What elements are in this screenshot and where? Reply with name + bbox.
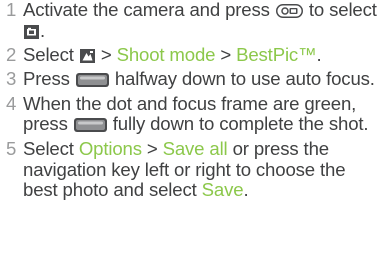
step-number: 3 xyxy=(6,68,17,90)
step-text: Press halfway down to use auto focus. xyxy=(23,68,387,90)
step-text-part: to xyxy=(308,0,325,20)
step-text-part: halfway down to use auto focus. xyxy=(114,68,375,90)
menu-separator: > xyxy=(215,44,237,66)
step-number: 4 xyxy=(6,92,17,114)
menu-path-save-all: Save all xyxy=(162,137,228,159)
step-4: 4 When the dot and focus frame are green… xyxy=(0,92,387,136)
step-text: Select Options > Save all or press the n… xyxy=(23,137,387,201)
step-number: 2 xyxy=(6,44,17,66)
still-camera-icon xyxy=(24,24,39,39)
camera-key-icon xyxy=(275,4,303,18)
step-text: When the dot and focus frame are green, … xyxy=(23,93,387,136)
instruction-steps: 1 Activate the camera and press to selec… xyxy=(0,0,387,205)
step-5: 5 Select Options > Save all or press the… xyxy=(0,137,387,201)
step-text-part: select xyxy=(329,0,377,20)
step-text-part: Press xyxy=(23,68,70,90)
step-number: 1 xyxy=(6,0,17,20)
menu-separator: > xyxy=(141,137,163,159)
menu-path-save: Save xyxy=(201,179,244,201)
step-text-part: . xyxy=(243,179,249,201)
step-text: Select > Shoot mode > BestPic™. xyxy=(23,44,387,66)
menu-path-options: Options xyxy=(78,137,142,159)
shutter-key-icon xyxy=(73,118,107,133)
shutter-key-icon xyxy=(75,73,109,88)
step-2: 2 Select > Shoot mode > BestPic™. xyxy=(0,44,387,66)
menu-path-shoot-mode: Shoot mode xyxy=(116,44,216,66)
step-3: 3 Press halfway down to use auto focus. xyxy=(0,68,387,90)
step-text-part: . xyxy=(40,19,46,41)
step-text-part: . xyxy=(316,44,322,66)
step-text: Activate the camera and press to select … xyxy=(23,0,387,42)
step-text-part: Select xyxy=(23,137,74,159)
camera-settings-icon xyxy=(79,49,95,64)
step-text-part: Activate the camera and press xyxy=(23,0,270,20)
menu-path-bestpic: BestPic™ xyxy=(236,44,317,66)
step-number: 5 xyxy=(6,137,17,159)
step-text-part: Select xyxy=(23,44,74,66)
step-text-part: fully down to complete the shot. xyxy=(112,113,369,135)
step-1: 1 Activate the camera and press to selec… xyxy=(0,0,387,42)
menu-separator: > xyxy=(95,44,117,66)
